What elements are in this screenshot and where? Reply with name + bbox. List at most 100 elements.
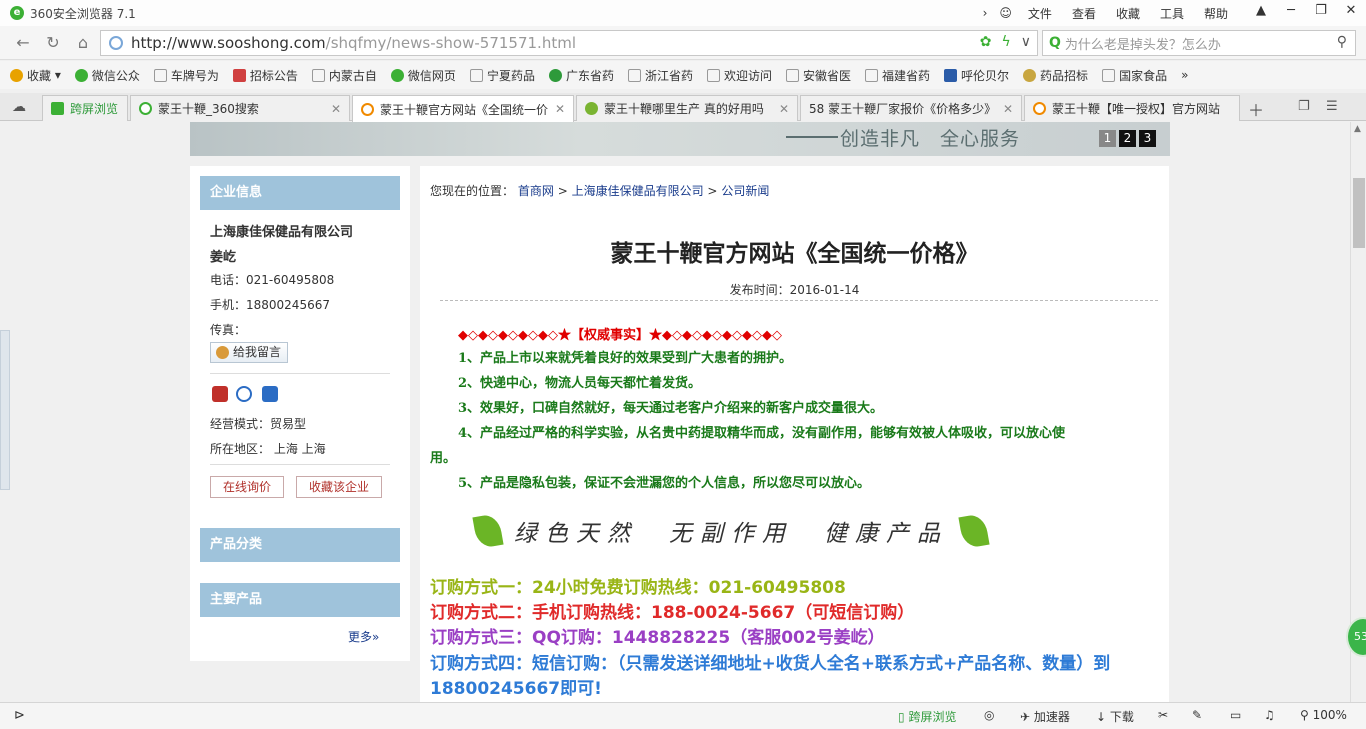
product-category-heading[interactable]: 产品分类 xyxy=(200,528,400,562)
phone-icon: ▯ xyxy=(898,710,905,724)
order-method-1: 订购方式一：24小时免费订购热线：021-60495808 xyxy=(430,578,846,598)
search-icon[interactable]: ⚲ xyxy=(1337,34,1347,50)
tab-authorized[interactable]: 蒙王十鞭【唯一授权】官方网站 xyxy=(1024,95,1240,121)
skin-icon[interactable]: ▲ xyxy=(1246,0,1276,22)
leave-message-button[interactable]: 给我留言 xyxy=(210,342,288,363)
sidebar-toggle-handle[interactable] xyxy=(0,330,10,490)
breadcrumb-news[interactable]: 公司新闻 xyxy=(721,184,769,198)
speed-mode-icon[interactable]: ϟ xyxy=(1002,34,1011,50)
bookmark-item[interactable]: 福建省药 xyxy=(865,67,930,84)
menu-view[interactable]: 查看 xyxy=(1062,5,1106,22)
tab-close-icon[interactable]: ✕ xyxy=(779,102,789,116)
article-point: 5、产品是隐私包装，保证不会泄漏您的个人信息，所以您尽可以放心。 xyxy=(458,476,871,491)
article-panel: 您现在的位置： 首商网 > 上海康佳保健品有限公司 > 公司新闻 蒙王十鞭官方网… xyxy=(420,166,1169,702)
bookmark-item[interactable]: 内蒙古自 xyxy=(311,67,377,84)
bookmark-item[interactable]: 国家食品 xyxy=(1102,67,1167,84)
favorite-company-button[interactable]: 收藏该企业 xyxy=(296,476,382,498)
security-icon[interactable]: ✿ xyxy=(980,34,992,50)
banner-dash xyxy=(786,136,838,138)
main-products-heading[interactable]: 主要产品 xyxy=(200,583,400,617)
company-name: 上海康佳保健品有限公司 xyxy=(210,225,354,240)
menu-help[interactable]: 帮助 xyxy=(1194,5,1238,22)
online-inquiry-button[interactable]: 在线询价 xyxy=(210,476,284,498)
bookmark-item[interactable]: 招标公告 xyxy=(232,67,298,84)
tab-58-price[interactable]: 58 蒙王十鞭厂家报价《价格多少》 ✕ xyxy=(800,95,1022,121)
bookmark-item[interactable]: 药品招标 xyxy=(1023,67,1088,84)
verified-shield-icon xyxy=(212,386,228,402)
back-icon[interactable]: ← xyxy=(8,28,38,58)
new-tab-button[interactable]: ＋ xyxy=(1248,97,1264,121)
tab-current[interactable]: 蒙王十鞭官方网站《全国统一价 ✕ xyxy=(352,95,574,122)
bookmark-item[interactable]: 欢迎访问 xyxy=(706,67,772,84)
user-icon[interactable]: ☺ xyxy=(993,6,1018,20)
bookmark-item[interactable]: 宁夏药品 xyxy=(469,67,535,84)
tab-360-search[interactable]: 蒙王十鞭_360搜索 ✕ xyxy=(130,95,350,121)
article-point: 3、效果好，口碑自然就好，每天通过老客户介绍来的新客户成交量很大。 xyxy=(458,401,884,416)
screenshot-icon[interactable]: ✂ xyxy=(1158,708,1168,722)
sidebar-divider xyxy=(210,464,390,465)
bookmarks-overflow-icon[interactable]: » xyxy=(1181,68,1188,82)
sound-icon[interactable]: ♫ xyxy=(1264,708,1275,722)
window-title: 360安全浏览器 7.1 xyxy=(30,6,136,21)
title-divider xyxy=(440,300,1158,301)
order-method-3: 订购方式三：QQ订购：1448828225（客服002号姜屹） xyxy=(430,628,885,648)
zoom-control[interactable]: ⚲ 100% xyxy=(1300,708,1347,722)
maximize-button[interactable]: ❐ xyxy=(1306,0,1336,22)
banner-page-1[interactable]: 1 xyxy=(1099,130,1116,147)
breadcrumb-prefix: 您现在的位置： xyxy=(430,184,515,198)
scrollbar-thumb[interactable] xyxy=(1353,178,1365,248)
cleanup-icon[interactable]: ✎ xyxy=(1192,708,1202,722)
menu-file[interactable]: 文件 xyxy=(1018,5,1062,22)
chevron-down-icon[interactable]: ∨ xyxy=(1021,34,1031,50)
close-button[interactable]: ✕ xyxy=(1336,0,1366,22)
green-natural-banner: 绿色天然 无副作用 健康产品 xyxy=(472,508,990,554)
company-sidebar: 企业信息 上海康佳保健品有限公司 姜屹 电话：021-60495808 手机：1… xyxy=(190,166,410,661)
tab-favicon xyxy=(361,102,374,116)
search-input[interactable]: Q 为什么老是掉头发？怎么办 ⚲ xyxy=(1042,30,1356,56)
bookmark-item[interactable]: 安徽省医 xyxy=(786,67,851,84)
pc-icon xyxy=(944,68,958,82)
sidebar-expand-icon[interactable]: ⊳ xyxy=(14,708,25,723)
tab-close-icon[interactable]: ✕ xyxy=(555,102,565,116)
tab-menu-icon[interactable]: ☰ xyxy=(1326,99,1338,114)
scroll-up-icon[interactable]: ▲ xyxy=(1354,124,1361,134)
menu-skin-icon[interactable]: › xyxy=(977,6,994,20)
bookmark-item[interactable]: 收藏 ▾ xyxy=(10,67,61,84)
tab-restore-icon[interactable]: ❐ xyxy=(1298,99,1310,114)
rocket-icon: ✈ xyxy=(1020,710,1031,724)
bookmark-item[interactable]: 浙江省药 xyxy=(627,67,693,84)
address-bar: ← ↻ ⌂ http://www.sooshong.com/shqfmy/new… xyxy=(0,26,1366,60)
download-button[interactable]: ↓ 下载 xyxy=(1096,708,1134,725)
search-engine-icon[interactable]: Q xyxy=(1049,35,1061,51)
banner-page-2[interactable]: 2 xyxy=(1119,130,1136,147)
bookmark-item[interactable]: 车牌号为 xyxy=(153,67,219,84)
more-products-link[interactable]: 更多» xyxy=(348,628,379,645)
minimize-button[interactable]: ─ xyxy=(1276,0,1306,22)
breadcrumb-sep: > xyxy=(557,184,568,198)
refresh-icon[interactable]: ↻ xyxy=(38,28,68,58)
breadcrumb-home[interactable]: 首商网 xyxy=(518,184,554,198)
home-icon[interactable]: ⌂ xyxy=(68,28,98,58)
star-icon xyxy=(10,68,23,82)
bookmark-item[interactable]: 广东省药 xyxy=(548,67,614,84)
accelerator-button[interactable]: ✈ 加速器 xyxy=(1020,708,1070,725)
cross-screen-status[interactable]: ▯ 跨屏浏览 xyxy=(898,708,956,725)
bookmark-item[interactable]: 微信网页 xyxy=(390,67,456,84)
window-controls: ▲ ─ ❐ ✕ xyxy=(1246,0,1366,22)
tabs-cloud-icon[interactable]: ☁ xyxy=(12,99,26,115)
menu-tools[interactable]: 工具 xyxy=(1150,5,1194,22)
vertical-scrollbar[interactable]: ▲ xyxy=(1350,122,1366,702)
breadcrumb-company[interactable]: 上海康佳保健品有限公司 xyxy=(572,184,704,198)
tab-close-icon[interactable]: ✕ xyxy=(331,102,341,116)
bookmark-item[interactable]: 微信公众 xyxy=(74,67,140,84)
tab-cross-screen[interactable]: 跨屏浏览 xyxy=(42,95,128,121)
banner-page-3[interactable]: 3 xyxy=(1139,130,1156,147)
browser-status-icon[interactable]: ◎ xyxy=(984,708,994,722)
url-input[interactable]: http://www.sooshong.com/shqfmy/news-show… xyxy=(100,30,1038,56)
bookmark-item[interactable]: 呼伦贝尔 xyxy=(944,67,1009,84)
menu-favorites[interactable]: 收藏 xyxy=(1106,5,1150,22)
tab-where-produced[interactable]: 蒙王十鞭哪里生产 真的好用吗 ✕ xyxy=(576,95,798,121)
window-icon[interactable]: ▭ xyxy=(1230,708,1241,722)
page-icon xyxy=(1102,68,1116,82)
tab-close-icon[interactable]: ✕ xyxy=(1003,102,1013,116)
